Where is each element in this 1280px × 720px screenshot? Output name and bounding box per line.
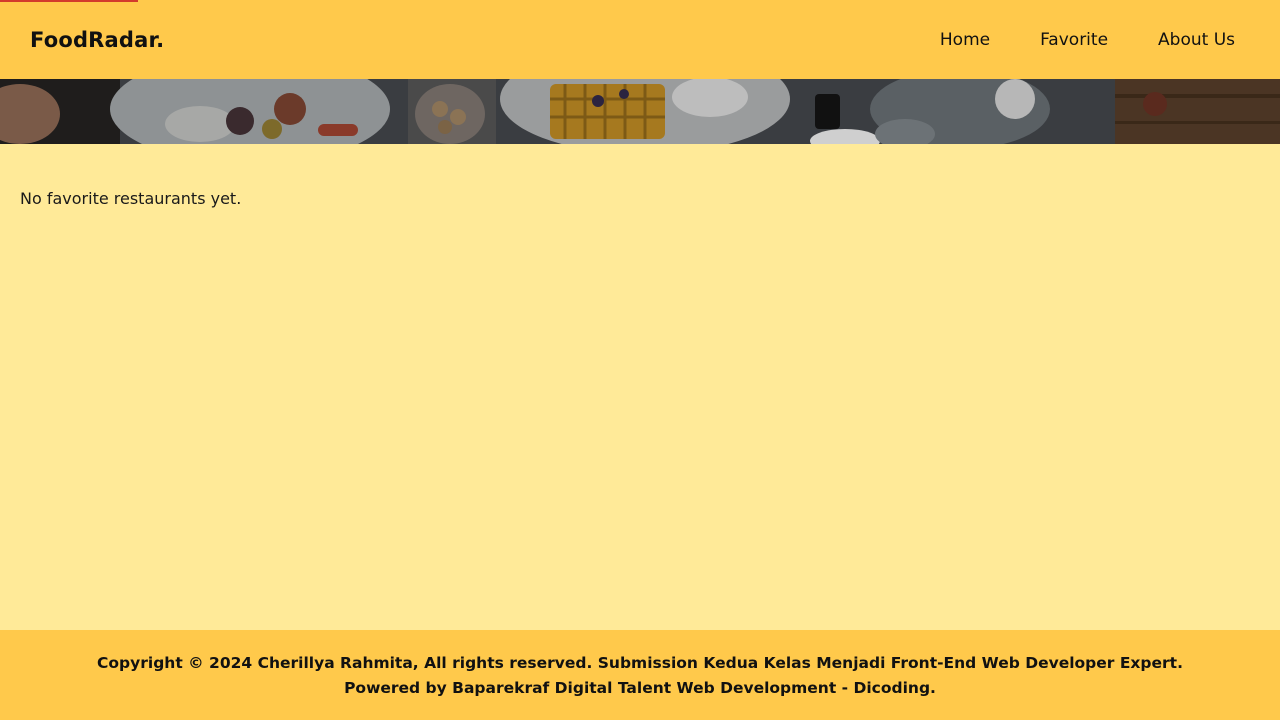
nav-item-about-us[interactable]: About Us [1158,28,1235,52]
brand-logo[interactable]: FoodRadar. [30,28,164,52]
footer-powered-by: Powered by Baparekraf Digital Talent Web… [344,679,936,697]
footer-copyright: Copyright © 2024 Cherillya Rahmita, All … [97,654,1183,672]
hero-food-illustration [0,79,1280,144]
main-content: No favorite restaurants yet. [0,144,1280,630]
app-bar: FoodRadar. Home Favorite About Us [0,0,1280,79]
nav-item-home[interactable]: Home [940,28,990,52]
site-footer: Copyright © 2024 Cherillya Rahmita, All … [0,630,1280,720]
page-loading-progress-bar [0,0,138,2]
hero-image [0,79,1280,144]
nav-item-favorite[interactable]: Favorite [1040,28,1108,52]
empty-favorites-message: No favorite restaurants yet. [20,189,242,208]
main-navigation: Home Favorite About Us [890,28,1235,52]
